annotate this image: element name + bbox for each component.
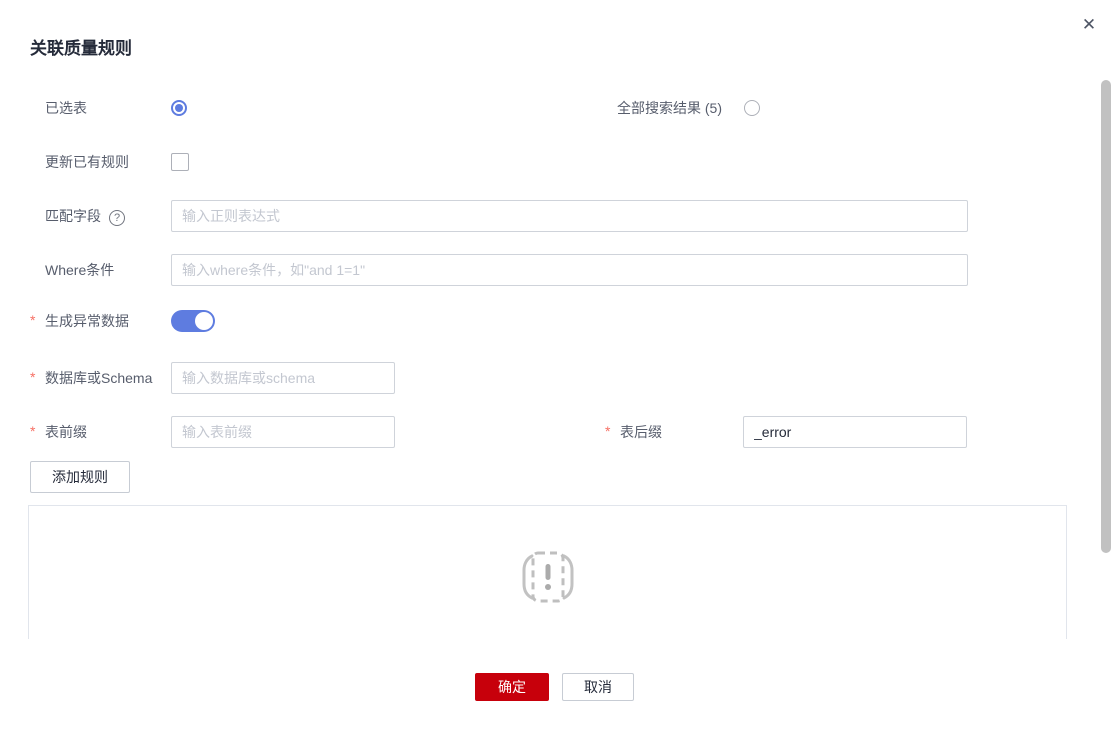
table-suffix-label-text: 表后缀 [620,424,662,440]
match-field-label-text: 匹配字段 [45,208,101,224]
close-icon[interactable]: ✕ [1076,12,1102,38]
row-where-condition: Where条件 [30,254,968,286]
row-database-schema: * 数据库或Schema [30,362,395,394]
rules-panel [28,505,1067,639]
required-mark: * [30,312,36,328]
generate-abnormal-toggle[interactable] [171,310,215,332]
where-condition-label: Where条件 [45,262,115,278]
table-prefix-label-text: 表前缀 [45,424,87,440]
row-prefix-suffix: * 表前缀 * 表后缀 [30,416,1070,448]
table-suffix-label: * 表后缀 [605,422,743,442]
table-prefix-label: * 表前缀 [30,422,171,442]
ok-button[interactable]: 确定 [475,673,549,701]
generate-abnormal-label: * 生成异常数据 [30,311,171,331]
database-schema-label: * 数据库或Schema [30,368,171,388]
help-icon[interactable]: ? [109,210,125,226]
match-field-input[interactable] [171,200,968,232]
generate-abnormal-label-text: 生成异常数据 [45,313,129,329]
where-condition-input[interactable] [171,254,968,286]
required-mark: * [30,423,36,439]
add-rule-button[interactable]: 添加规则 [30,461,130,493]
all-search-results-group: 全部搜索结果 (5) [617,96,760,120]
cancel-button[interactable]: 取消 [562,673,634,701]
row-generate-abnormal: * 生成异常数据 [30,310,215,332]
row-update-rules: 更新已有规则 [30,150,189,174]
dialog-title: 关联质量规则 [30,39,132,58]
database-schema-input[interactable] [171,362,395,394]
row-match-field: 匹配字段? [30,200,968,232]
associate-quality-rules-dialog: ✕ 关联质量规则 已选表 全部搜索结果 (5) 更新已有规则 匹配字段? Whe… [0,0,1112,734]
table-suffix-group: * 表后缀 [605,416,967,448]
match-field-label: 匹配字段? [30,206,171,226]
update-rules-label: 更新已有规则 [45,154,129,170]
no-data-icon [522,551,573,603]
selected-tables-radio[interactable] [171,100,187,116]
table-prefix-input[interactable] [171,416,395,448]
selected-tables-label: 已选表 [45,100,87,116]
all-search-results-radio[interactable] [744,100,760,116]
required-mark: * [30,369,36,385]
all-search-results-label: 全部搜索结果 (5) [617,100,722,116]
update-rules-checkbox[interactable] [171,153,189,171]
vertical-scrollbar-thumb[interactable] [1101,80,1111,553]
table-suffix-input[interactable] [743,416,967,448]
required-mark: * [605,423,611,439]
database-schema-label-text: 数据库或Schema [45,370,153,386]
row-table-scope: 已选表 全部搜索结果 (5) [30,96,1070,120]
